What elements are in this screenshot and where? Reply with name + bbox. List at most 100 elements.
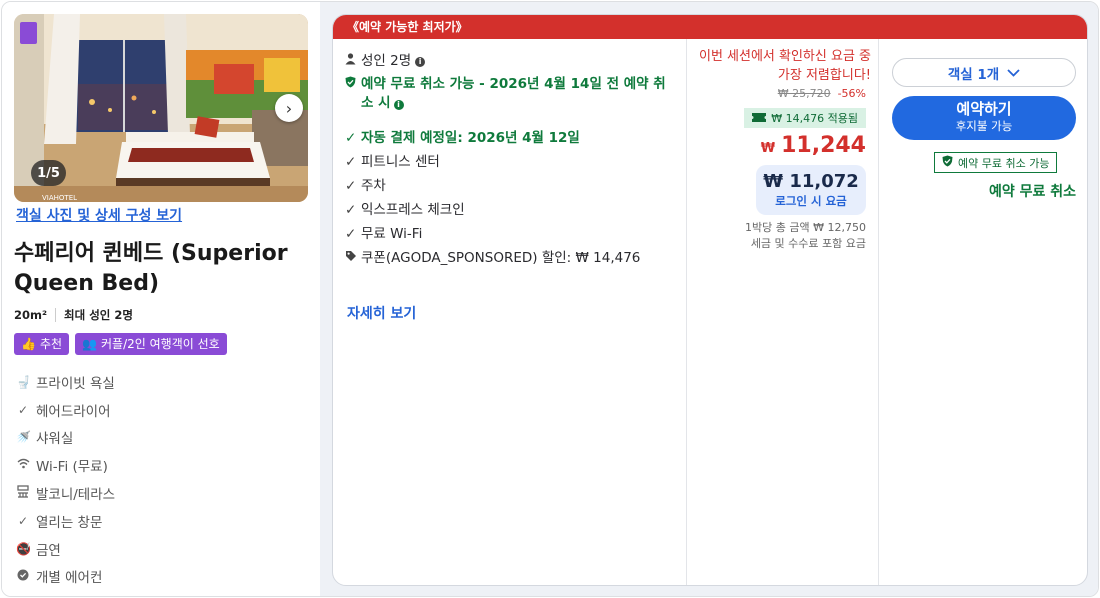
room-tags: 👍 추천 👥 커플/2인 여행객이 선호 xyxy=(14,333,227,355)
lowest-price-banner: 《예약 가능한 최저가》 xyxy=(333,15,1087,39)
offer-features: 성인 2명 i 예약 무료 취소 가능 - 2026년 4월 14일 전 예약 … xyxy=(333,39,687,585)
amenity-label: 헤어드라이어 xyxy=(36,403,111,420)
recommended-tag: 👍 추천 xyxy=(14,333,70,355)
check-icon: ✓ xyxy=(345,130,357,146)
chevron-down-icon xyxy=(1007,65,1020,81)
amenity-item: 발코니/테라스 xyxy=(16,479,115,507)
amenity-item: ✓ 헤어드라이어 xyxy=(16,396,115,424)
pay-later-label: 후지불 가능 xyxy=(955,119,1013,133)
login-price-label: 로그인 시 요금 xyxy=(775,194,847,208)
price-currency: ₩ xyxy=(760,141,776,156)
shield-check-icon xyxy=(942,155,953,170)
amenity-label: Wi-Fi (무료) xyxy=(36,459,108,476)
coupon-applied-label: ₩ 14,476 적용됨 xyxy=(771,112,858,125)
total-per-night: 1박당 총 금액 ₩ 12,750 xyxy=(745,221,866,234)
feature-item: ✓ 무료 Wi-Fi xyxy=(345,225,422,244)
feature-item: ✓ 피트니스 센터 xyxy=(345,153,440,172)
amenity-item: 🚽 프라이빗 욕실 xyxy=(16,368,115,396)
room-specs: 20m² 최대 성인 2명 xyxy=(14,307,133,323)
coupon-applied-badge: ₩ 14,476 적용됨 xyxy=(744,108,866,128)
booking-column: 객실 1개 예약하기 후지불 가능 예약 무료 취소 가능 예약 무료 취소 xyxy=(879,39,1087,585)
feature-item: ✓ 익스프레스 체크인 xyxy=(345,201,465,220)
discount-percent: -56% xyxy=(837,87,866,100)
wifi-icon xyxy=(16,458,30,472)
amenity-label: 발코니/테라스 xyxy=(36,487,116,504)
couple-preferred-tag: 👥 커플/2인 여행객이 선호 xyxy=(75,333,227,355)
room-count-select[interactable]: 객실 1개 xyxy=(892,58,1076,87)
guest-count: 성인 2명 i xyxy=(345,52,426,71)
amenity-item: 🚭 금연 xyxy=(16,535,115,563)
room-offer-card: VIAHOTEL › 1/5 객실 사진 및 상세 구성 보기 수페리어 퀸베드… xyxy=(1,1,1099,597)
feature-label: 피트니스 센터 xyxy=(361,154,440,170)
tag-label: 커플/2인 여행객이 선호 xyxy=(101,337,220,351)
check-icon: ✓ xyxy=(345,154,357,170)
aircon-icon xyxy=(16,569,30,584)
tag-icon xyxy=(345,249,361,268)
cheapest-session-message: 이번 세션에서 확인하신 요금 중 가장 저렴합니다! xyxy=(698,49,871,83)
login-price: ₩ 11,072 xyxy=(763,171,859,192)
current-price: ₩11,244 xyxy=(761,133,866,158)
price-column: 이번 세션에서 확인하신 요금 중 가장 저렴합니다! ₩ 25,720 -56%… xyxy=(687,39,879,585)
coupon-label: 쿠폰(AGODA_SPONSORED) 할인: ₩ 14,476 xyxy=(361,250,641,266)
next-photo-button[interactable]: › xyxy=(275,94,303,122)
amenity-item: ✓ 열리는 창문 xyxy=(16,507,115,535)
auto-pay-feature: ✓ 자동 결제 예정일: 2026년 4월 12일 xyxy=(345,129,580,148)
couple-icon: 👥 xyxy=(82,337,97,351)
photo-counter: 1/5 xyxy=(31,160,66,186)
check-icon: ✓ xyxy=(345,178,357,194)
check-icon: ✓ xyxy=(17,402,29,417)
no-smoking-icon: 🚭 xyxy=(16,541,31,556)
offer-card: 《예약 가능한 최저가》 성인 2명 i 예약 무료 취소 가능 - 2026년… xyxy=(332,14,1088,586)
room-size: 20m² xyxy=(14,308,48,322)
info-icon[interactable]: i xyxy=(415,57,426,67)
amenity-label: 열리는 창문 xyxy=(36,514,103,531)
room-photos-link[interactable]: 객실 사진 및 상세 구성 보기 xyxy=(16,205,182,225)
more-details-link[interactable]: 자세히 보기 xyxy=(347,303,416,323)
amenity-label: 샤워실 xyxy=(36,431,74,448)
amenity-item: 🚿 샤워실 xyxy=(16,424,115,452)
free-cancel-badge: 예약 무료 취소 가능 xyxy=(934,152,1058,173)
auto-pay-label: 자동 결제 예정일: 2026년 4월 12일 xyxy=(361,130,580,146)
toilet-icon: 🚽 xyxy=(16,374,31,389)
check-icon: ✓ xyxy=(17,513,29,528)
check-icon: ✓ xyxy=(345,202,357,218)
shower-icon: 🚿 xyxy=(16,430,31,445)
promo-ribbon xyxy=(20,22,37,44)
ticket-icon xyxy=(752,112,767,125)
offers-panel: 《예약 가능한 최저가》 성인 2명 i 예약 무료 취소 가능 - 2026년… xyxy=(320,2,1098,596)
guest-count-label: 성인 2명 xyxy=(361,53,412,69)
chevron-right-icon: › xyxy=(285,98,293,118)
amenity-label: 프라이빗 욕실 xyxy=(36,375,115,392)
login-price-box[interactable]: ₩ 11,072 로그인 시 요금 xyxy=(756,165,866,215)
shield-check-icon xyxy=(345,75,361,113)
amenity-label: 금연 xyxy=(36,542,61,559)
amenity-item: 개별 에어컨 xyxy=(16,563,115,591)
amenity-list: 🚽 프라이빗 욕실 ✓ 헤어드라이어 🚿 샤워실 Wi-Fi (무료) 발코니/… xyxy=(16,368,115,590)
thumbs-up-icon: 👍 xyxy=(21,337,36,351)
original-price: ₩ 25,720 -56% xyxy=(778,87,866,100)
feature-label: 무료 Wi-Fi xyxy=(361,226,423,242)
room-photo[interactable]: VIAHOTEL › 1/5 xyxy=(14,14,308,202)
free-cancel-label: 예약 무료 취소 가능 - 2026년 4월 14일 전 예약 취소 시 xyxy=(361,76,666,111)
tag-label: 추천 xyxy=(39,337,63,351)
free-cancel-badge-label: 예약 무료 취소 가능 xyxy=(958,156,1050,170)
price-amount: 11,244 xyxy=(781,133,866,158)
book-button-label: 예약하기 xyxy=(956,100,1012,118)
room-max-guests: 최대 성인 2명 xyxy=(64,308,133,322)
person-icon xyxy=(345,52,361,71)
book-button[interactable]: 예약하기 후지불 가능 xyxy=(892,96,1076,140)
info-icon[interactable]: i xyxy=(393,100,404,110)
tax-included-note: 세금 및 수수료 포함 요금 xyxy=(750,237,866,250)
feature-label: 익스프레스 체크인 xyxy=(361,202,465,218)
photo-watermark: VIAHOTEL xyxy=(42,194,77,202)
feature-label: 주차 xyxy=(361,178,386,194)
strikethrough-price: ₩ 25,720 xyxy=(777,87,831,100)
amenity-label: 개별 에어컨 xyxy=(36,570,103,587)
balcony-icon xyxy=(16,485,30,501)
feature-item: ✓ 주차 xyxy=(345,177,386,196)
room-info-panel: VIAHOTEL › 1/5 객실 사진 및 상세 구성 보기 수페리어 퀸베드… xyxy=(2,2,320,596)
coupon-feature: 쿠폰(AGODA_SPONSORED) 할인: ₩ 14,476 xyxy=(345,249,640,268)
room-title: 수페리어 퀸베드 (Superior Queen Bed) xyxy=(14,241,288,296)
price-total: 1박당 총 금액 ₩ 12,750 세금 및 수수료 포함 요금 xyxy=(745,220,866,252)
check-icon: ✓ xyxy=(345,226,357,242)
